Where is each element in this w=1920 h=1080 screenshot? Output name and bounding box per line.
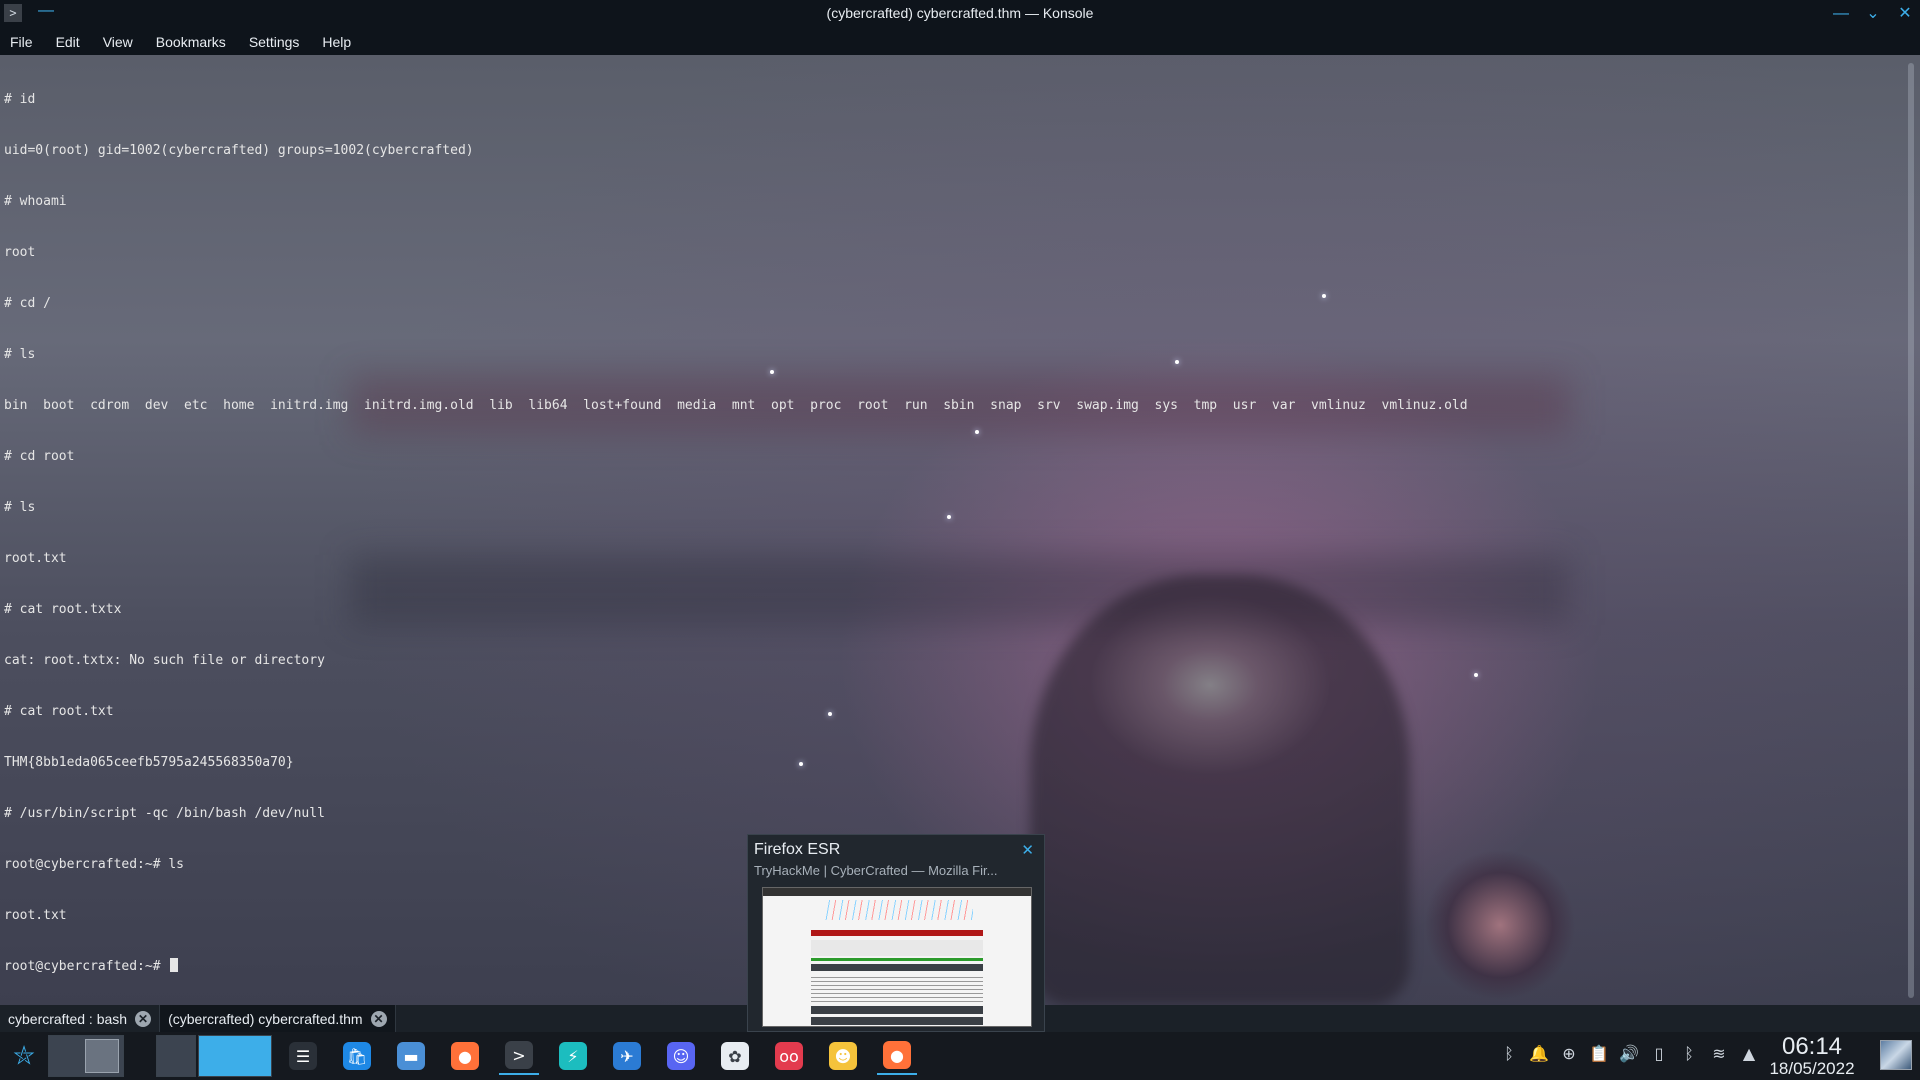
wifi-icon[interactable]: ≋ bbox=[1708, 1044, 1730, 1063]
tab-cybercrafted[interactable]: (cybercrafted) cybercrafted.thm ✕ bbox=[160, 1005, 396, 1032]
bluetooth-2-icon[interactable]: ᛒ bbox=[1678, 1044, 1700, 1063]
terminal-prompt: root@cybercrafted:~# bbox=[4, 959, 169, 974]
bluetooth-icon[interactable]: ᛒ bbox=[1498, 1044, 1520, 1063]
thumb-header bbox=[811, 1017, 983, 1025]
menu-view[interactable]: View bbox=[103, 34, 133, 50]
wallpaper-star bbox=[1474, 673, 1478, 677]
close-tab-icon[interactable]: ✕ bbox=[135, 1010, 152, 1027]
taskbar-system-settings-button[interactable]: ☰ bbox=[283, 1037, 323, 1075]
terminal-line: # id bbox=[4, 92, 36, 107]
terminal-line: # ls bbox=[4, 500, 36, 515]
taskbar-discover-store-button[interactable]: 🛍 bbox=[337, 1037, 377, 1075]
taskbar-app-white-button[interactable]: ✿ bbox=[715, 1037, 755, 1075]
firefox-icon: ● bbox=[451, 1042, 479, 1070]
file-manager-icon: ▬ bbox=[397, 1042, 425, 1070]
battery-icon[interactable]: ▯ bbox=[1648, 1044, 1670, 1063]
konsole-icon: > bbox=[505, 1041, 533, 1069]
terminal-line: # cat root.txt bbox=[4, 704, 114, 719]
close-tab-icon[interactable]: ✕ bbox=[370, 1010, 387, 1027]
discover-store-icon: 🛍 bbox=[343, 1042, 371, 1070]
terminal-prompt-line[interactable]: root@cybercrafted:~# bbox=[4, 958, 1468, 975]
terminal-line: uid=0(root) gid=1002(cybercrafted) group… bbox=[4, 143, 474, 158]
taskbar-app-red-button[interactable]: oo bbox=[769, 1037, 809, 1075]
terminal-line: root.txt bbox=[4, 908, 67, 923]
thumb-banner bbox=[811, 930, 983, 936]
window-preview-tooltip[interactable]: Firefox ESR ✕ TryHackMe | CyberCrafted —… bbox=[747, 834, 1045, 1032]
taskbar-konsole-button[interactable]: > bbox=[499, 1037, 539, 1075]
taskbar-electron-app-button[interactable]: ⚡ bbox=[553, 1037, 593, 1075]
thumb-graphic bbox=[823, 900, 973, 920]
terminal-line: # cd root bbox=[4, 449, 75, 464]
window-thumbnail[interactable] bbox=[762, 887, 1032, 1027]
browser-2-icon: ✈ bbox=[613, 1042, 641, 1070]
clipboard-icon[interactable]: 📋 bbox=[1588, 1044, 1610, 1063]
taskbar-firefox-button[interactable]: ● bbox=[445, 1037, 485, 1075]
tab-label: cybercrafted : bash bbox=[8, 1010, 128, 1027]
taskbar-discord-button[interactable]: ☺ bbox=[661, 1037, 701, 1075]
terminal-line: root bbox=[4, 245, 36, 260]
menu-bookmarks[interactable]: Bookmarks bbox=[156, 34, 226, 50]
tab-label: (cybercrafted) cybercrafted.thm bbox=[168, 1010, 363, 1027]
show-desktop-button[interactable] bbox=[1880, 1040, 1912, 1070]
terminal-output: # id uid=0(root) gid=1002(cybercrafted) … bbox=[4, 57, 1468, 1005]
terminal-line: # /usr/bin/script -qc /bin/bash /dev/nul… bbox=[4, 806, 325, 821]
electron-app-icon: ⚡ bbox=[559, 1042, 587, 1070]
app-red-icon: oo bbox=[775, 1042, 803, 1070]
updates-icon[interactable]: ⊕ bbox=[1558, 1044, 1580, 1063]
menu-help[interactable]: Help bbox=[322, 34, 351, 50]
minimize-icon[interactable]: — bbox=[1830, 3, 1852, 25]
terminal-line: root.txt bbox=[4, 551, 67, 566]
terminal-line: # ls bbox=[4, 347, 36, 362]
thumb-toolbar bbox=[763, 888, 1031, 896]
thumb-progress bbox=[811, 958, 983, 961]
thumb-header bbox=[811, 1006, 983, 1014]
discord-icon: ☺ bbox=[667, 1042, 695, 1070]
menu-bar: File Edit View Bookmarks Settings Help bbox=[0, 28, 1920, 55]
clock-time: 06:14 bbox=[1781, 1033, 1843, 1060]
digital-clock[interactable]: 06:14 18/05/2022 bbox=[1756, 1034, 1868, 1078]
emoji-picker-icon: ☻ bbox=[829, 1042, 857, 1070]
tooltip-subtitle: TryHackMe | CyberCrafted — Mozilla Fir..… bbox=[754, 863, 998, 878]
firefox-esr-icon: ● bbox=[883, 1041, 911, 1069]
close-window-icon[interactable]: ✕ bbox=[1021, 841, 1034, 859]
maximize-icon[interactable]: ⌄ bbox=[1862, 3, 1884, 25]
taskbar-emoji-picker-button[interactable]: ☻ bbox=[823, 1037, 863, 1075]
terminal-line: cat: root.txtx: No such file or director… bbox=[4, 653, 325, 668]
system-settings-icon: ☰ bbox=[289, 1042, 317, 1070]
volume-icon[interactable]: 🔊 bbox=[1618, 1044, 1640, 1063]
terminal-line: # whoami bbox=[4, 194, 67, 209]
thumb-text bbox=[811, 974, 983, 1002]
window-title: (cybercrafted) cybercrafted.thm — Konsol… bbox=[826, 5, 1094, 21]
tooltip-title: Firefox ESR bbox=[754, 841, 841, 858]
terminal-line: root@cybercrafted:~# ls bbox=[4, 857, 185, 872]
pager-desktop-2[interactable] bbox=[156, 1035, 196, 1077]
taskbar-firefox-esr-button[interactable]: ● bbox=[877, 1037, 917, 1075]
thumb-block bbox=[811, 940, 983, 956]
app-white-icon: ✿ bbox=[721, 1042, 749, 1070]
terminal-scrollbar[interactable] bbox=[1908, 63, 1914, 998]
taskbar-browser-2-button[interactable]: ✈ bbox=[607, 1037, 647, 1075]
application-launcher-icon[interactable]: ⛦ bbox=[4, 1037, 44, 1075]
taskbar-file-manager-button[interactable]: ▬ bbox=[391, 1037, 431, 1075]
taskbar: ⛦ ☰ 🛍 ▬ ● > ⚡ ✈ ☺ ✿ oo ☻ ● ᛒ 🔔 ⊕ 📋 🔊 ▯ ᛒ ≋ ▲ 06:14 18/05/20… bbox=[0, 1032, 1920, 1080]
clock-date: 18/05/2022 bbox=[1769, 1059, 1855, 1078]
terminal-line: # cat root.txtx bbox=[4, 602, 122, 617]
tab-bash[interactable]: cybercrafted : bash ✕ bbox=[0, 1005, 161, 1032]
window-titlebar[interactable]: > — (cybercrafted) cybercrafted.thm — Ko… bbox=[0, 0, 1920, 28]
terminal-cursor bbox=[170, 958, 179, 972]
terminal-line: # cd / bbox=[4, 296, 51, 311]
menu-file[interactable]: File bbox=[10, 34, 33, 50]
terminal-line: THM{8bb1eda065ceefb5795a245568350a70} bbox=[4, 755, 294, 770]
menu-edit[interactable]: Edit bbox=[56, 34, 80, 50]
close-icon[interactable]: ✕ bbox=[1894, 3, 1916, 25]
menu-settings[interactable]: Settings bbox=[249, 34, 300, 50]
notifications-icon[interactable]: 🔔 bbox=[1528, 1044, 1550, 1063]
pager-desktop-3[interactable] bbox=[198, 1035, 272, 1077]
terminal-line: bin boot cdrom dev etc home initrd.img i… bbox=[4, 398, 1468, 413]
thumb-header bbox=[811, 964, 983, 971]
pager-window-thumb bbox=[85, 1039, 119, 1073]
pager-desktop-1[interactable] bbox=[48, 1035, 124, 1077]
